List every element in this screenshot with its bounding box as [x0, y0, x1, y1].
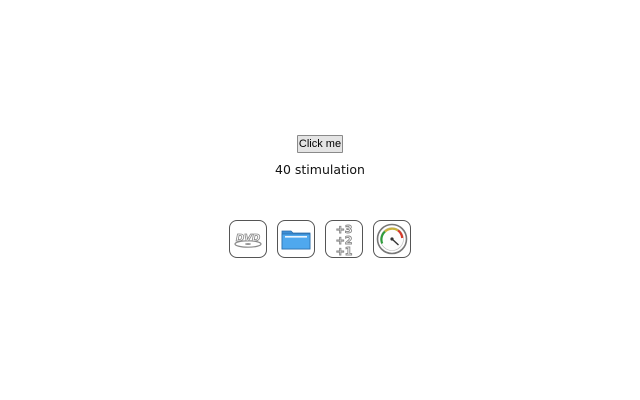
plus-counter-tile[interactable]: +3 +2 +1: [325, 220, 363, 258]
stimulation-count-text: 40 stimulation: [275, 162, 365, 177]
speedometer-tile[interactable]: [373, 220, 411, 258]
click-me-button[interactable]: Click me: [297, 135, 343, 153]
speedometer-icon: [376, 223, 408, 255]
folder-icon: [281, 230, 311, 250]
dvd-tile[interactable]: DVD: [229, 220, 267, 258]
plus-one-label: +1: [336, 245, 353, 256]
page: Click me 40 stimulation DVD +3 +2 +1: [0, 0, 640, 400]
dvd-icon: DVD: [234, 233, 262, 248]
plus-counter-icon: +3 +2 +1: [335, 223, 353, 256]
folder-tile[interactable]: [277, 220, 315, 258]
dvd-logo-text: DVD: [236, 233, 260, 244]
